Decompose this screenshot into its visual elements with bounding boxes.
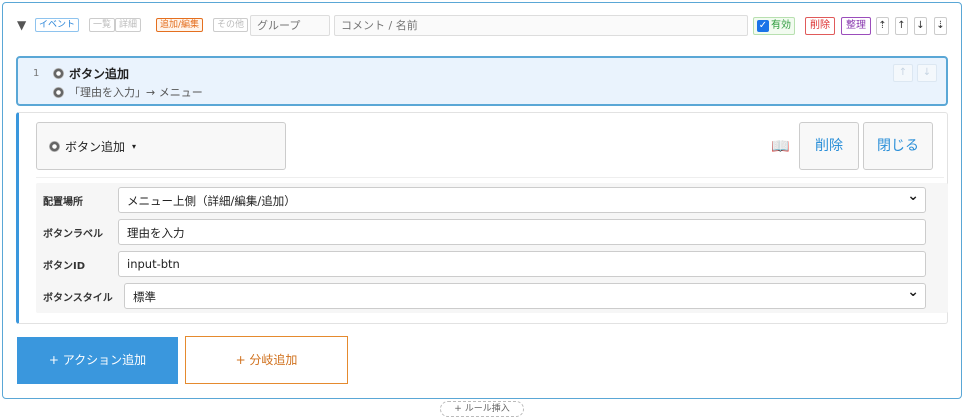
action-summary-row: 「理由を入力」→ メニュー (53, 84, 203, 100)
tag-other[interactable]: その他 (213, 18, 249, 32)
item-up-button[interactable]: ↑ (893, 64, 913, 82)
rule-delete-button[interactable]: 削除 (805, 17, 835, 35)
move-bottom-button[interactable]: ⇣ (934, 17, 947, 35)
action-settings-form: 配置場所 メニュー上側（詳細/編集/追加） ボタンラベル 理由を入力 ボタンID… (36, 183, 948, 313)
button-id-label: ボタンID (43, 261, 86, 272)
enabled-checkbox[interactable]: ✓ 有効 (753, 17, 795, 35)
action-title: ボタン追加 (69, 67, 130, 81)
editor-close-button[interactable]: 閉じる (863, 122, 933, 170)
button-label-row: ボタンラベル 理由を入力 (36, 219, 948, 247)
enabled-label: 有効 (771, 20, 791, 31)
button-label-input[interactable]: 理由を入力 (118, 219, 926, 245)
button-style-select[interactable]: 標準 (124, 283, 926, 309)
check-icon: ✓ (757, 20, 769, 32)
insert-rule-button[interactable]: + ルール挿入 (440, 401, 524, 417)
placement-row: 配置場所 メニュー上側（詳細/編集/追加） (36, 187, 948, 215)
action-editor: ボタン追加 ▾ 📖 削除 閉じる 配置場所 メニュー上側（詳細/編集/追加） ボ… (16, 112, 948, 324)
tag-event[interactable]: イベント (35, 18, 80, 32)
action-item-selected[interactable]: 1 ボタン追加 「理由を入力」→ メニュー ↑ ↓ (16, 56, 948, 106)
collapse-toggle-icon[interactable]: ▼ (17, 18, 26, 32)
tag-list[interactable]: 一覧 (89, 18, 116, 32)
action-type-label: ボタン追加 (65, 139, 126, 154)
move-up-button[interactable]: ↑ (895, 17, 908, 35)
radio-button-icon (53, 86, 64, 98)
move-top-button[interactable]: ⇡ (876, 17, 889, 35)
move-down-button[interactable]: ↓ (914, 17, 927, 35)
help-book-icon[interactable]: 📖 (771, 137, 790, 155)
caret-down-icon: ▾ (132, 141, 137, 151)
item-down-button[interactable]: ↓ (917, 64, 937, 82)
button-label-label: ボタンラベル (43, 229, 103, 240)
button-style-row: ボタンスタイル 標準 (36, 283, 948, 311)
action-number: 1 (33, 68, 40, 79)
group-input[interactable] (250, 15, 330, 36)
add-action-button[interactable]: + アクション追加 (17, 337, 178, 384)
action-summary: 「理由を入力」→ メニュー (69, 86, 203, 99)
add-branch-button[interactable]: + 分岐追加 (185, 336, 348, 384)
divider (36, 177, 944, 178)
button-style-label: ボタンスタイル (43, 293, 113, 304)
action-type-dropdown[interactable]: ボタン追加 ▾ (36, 122, 286, 170)
button-id-input[interactable]: input-btn (118, 251, 926, 277)
placement-label: 配置場所 (43, 197, 83, 208)
rule-toolbar: ▼ イベント 一覧 詳細 追加/編集 その他 ✓ 有効 削除 整理 ⇡ ↑ ↓ … (16, 14, 952, 38)
radio-button-icon (53, 68, 64, 79)
placement-select[interactable]: メニュー上側（詳細/編集/追加） (118, 187, 926, 213)
tag-detail[interactable]: 詳細 (115, 18, 142, 32)
button-id-row: ボタンID input-btn (36, 251, 948, 279)
radio-button-icon (49, 140, 60, 152)
action-title-row: ボタン追加 (53, 65, 129, 82)
organize-button[interactable]: 整理 (841, 17, 871, 35)
comment-input[interactable] (334, 15, 748, 36)
tag-add-edit[interactable]: 追加/編集 (156, 18, 204, 32)
editor-delete-button[interactable]: 削除 (799, 122, 859, 170)
